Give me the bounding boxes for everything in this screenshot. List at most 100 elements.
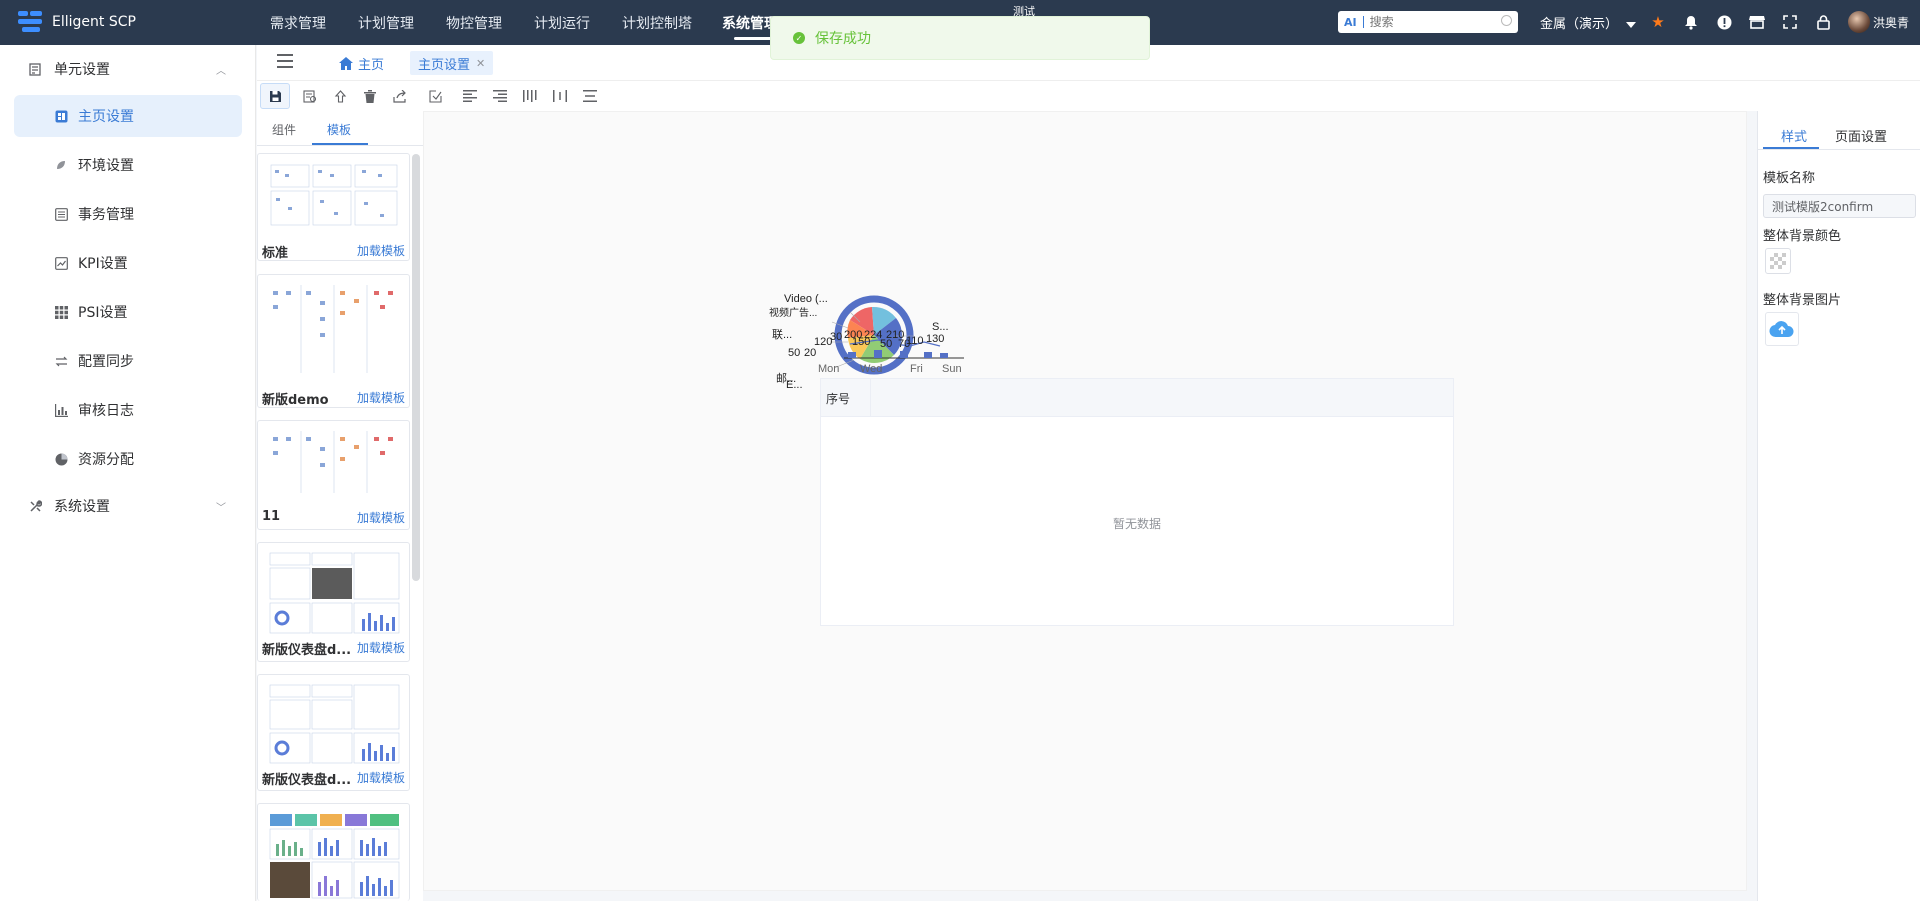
search-icon[interactable] — [1501, 15, 1512, 26]
properties-panel: 样式 页面设置 模板名称 测试模版2confirm 整体背景颜色 整体背景图片 — [1757, 111, 1920, 901]
tools-icon — [28, 499, 42, 513]
fullscreen-icon[interactable] — [1780, 12, 1800, 32]
unit-icon — [28, 62, 42, 76]
template-thumbnail — [268, 551, 401, 635]
sync-arrows-icon — [54, 354, 68, 368]
tab-active-indicator — [312, 143, 368, 145]
nav-item-plan-run[interactable]: 计划运行 — [534, 13, 590, 33]
org-selector[interactable]: 金属（演示） — [1540, 13, 1637, 32]
table-header: 序号 — [821, 379, 1453, 417]
load-template-link[interactable]: 加载模板 — [357, 769, 405, 786]
delete-icon[interactable] — [355, 83, 385, 109]
template-card[interactable] — [257, 803, 410, 901]
nav-item-demand[interactable]: 需求管理 — [270, 13, 326, 33]
tab-home-settings[interactable]: 主页设置 ✕ — [410, 51, 494, 75]
chart-widget-overlap[interactable]: Video (... 视频广告... 联... 120 30 200 224 2… — [764, 270, 964, 391]
tab-divider — [257, 145, 423, 146]
load-template-link[interactable]: 加载模板 — [357, 509, 405, 526]
sidebar-group-unit-settings[interactable]: 单元设置 ︿ — [28, 59, 226, 79]
avatar[interactable] — [1848, 11, 1870, 33]
tab-home[interactable]: 主页 — [331, 51, 392, 75]
chevron-up-icon[interactable]: ︿ — [216, 62, 226, 77]
save-icon[interactable] — [260, 83, 290, 109]
transaction-list-icon — [54, 207, 68, 221]
alert-info-icon[interactable] — [1714, 12, 1734, 32]
load-template-link[interactable]: 加载模板 — [357, 242, 405, 259]
lock-icon[interactable] — [1813, 12, 1833, 32]
publish-icon[interactable] — [325, 83, 355, 109]
distribute-horizontal-icon[interactable] — [515, 83, 545, 109]
column-header-index[interactable]: 序号 — [821, 379, 871, 417]
chevron-down-icon[interactable]: ﹀ — [216, 499, 226, 514]
align-left-icon[interactable] — [455, 83, 485, 109]
store-icon[interactable] — [1747, 12, 1767, 32]
chart-label: 20 — [804, 347, 816, 359]
sidebar-item-home-settings[interactable]: 主页设置 — [14, 95, 242, 137]
close-icon[interactable]: ✕ — [476, 57, 485, 70]
sidebar-item-environment[interactable]: 环境设置 — [14, 144, 242, 186]
chart-label: Fri — [910, 363, 923, 375]
tab-templates[interactable]: 模板 — [327, 121, 351, 138]
transparent-swatch-icon — [1770, 253, 1786, 269]
bar-mark — [924, 352, 932, 358]
align-right-icon[interactable] — [485, 83, 515, 109]
nav-active-indicator — [734, 37, 774, 40]
chart-label: Wed — [860, 363, 882, 375]
template-card[interactable]: 标准 加载模板 — [257, 153, 410, 261]
sidebar-item-resource-allocation[interactable]: 资源分配 — [14, 438, 242, 480]
chart-label: Sun — [942, 363, 962, 375]
caret-down-icon — [1626, 21, 1637, 28]
ai-search-label[interactable]: AI — [1344, 16, 1357, 29]
sidebar-item-label: 资源分配 — [78, 452, 134, 468]
nav-item-control-tower[interactable]: 计划控制塔 — [622, 13, 692, 33]
scrollbar[interactable] — [412, 154, 420, 581]
sidebar-item-label: 事务管理 — [78, 207, 134, 223]
data-table-widget[interactable]: 序号 暂无数据 — [820, 378, 1454, 626]
chart-label: 50 — [788, 347, 800, 359]
sidebar-item-audit-log[interactable]: 审核日志 — [14, 389, 242, 431]
share-icon[interactable] — [385, 83, 415, 109]
design-canvas[interactable]: Video (... 视频广告... 联... 120 30 200 224 2… — [423, 111, 1747, 891]
check-icon[interactable] — [420, 83, 450, 109]
template-name: 新版仪表盘d... — [262, 643, 352, 658]
sidebar-group-system-settings[interactable]: 系统设置 ﹀ — [28, 496, 226, 516]
sidebar-item-kpi[interactable]: KPI设置 — [14, 242, 242, 284]
template-card[interactable]: 11 加载模板 — [257, 420, 410, 530]
tab-page-settings[interactable]: 页面设置 — [1835, 126, 1887, 145]
load-template-link[interactable]: 加载模板 — [357, 389, 405, 406]
search-input[interactable] — [1369, 15, 1490, 29]
upload-button[interactable] — [1765, 312, 1799, 346]
nav-item-material[interactable]: 物控管理 — [446, 13, 502, 33]
template-card[interactable]: 新版demo 加载模板 — [257, 274, 410, 408]
favorite-star-icon[interactable]: ★ — [1648, 12, 1668, 32]
sidebar-item-psi[interactable]: PSI设置 — [14, 291, 242, 333]
template-name: 新版仪表盘d... — [262, 773, 352, 788]
empty-state-text: 暂无数据 — [1112, 517, 1161, 531]
sidebar-item-label: PSI设置 — [78, 305, 128, 321]
template-name-input[interactable]: 测试模版2confirm — [1763, 194, 1916, 218]
tab-components[interactable]: 组件 — [272, 121, 296, 138]
template-thumbnail — [268, 683, 401, 765]
kpi-chart-icon — [54, 256, 68, 270]
preview-icon[interactable] — [295, 83, 325, 109]
chart-label: 130 — [926, 333, 944, 345]
chart-label: Video (... — [784, 293, 828, 305]
user-name[interactable]: 洪奥青 — [1873, 14, 1909, 31]
bar-mark — [940, 353, 948, 358]
sidebar-item-transactions[interactable]: 事务管理 — [14, 193, 242, 235]
bar-mark — [848, 352, 856, 358]
tab-style[interactable]: 样式 — [1781, 126, 1807, 145]
color-picker[interactable] — [1765, 248, 1791, 274]
template-card[interactable]: 新版仪表盘d... 加载模板 — [257, 674, 410, 791]
app-logo[interactable]: Elligent SCP — [16, 9, 136, 35]
sidebar-item-config-sync[interactable]: 配置同步 — [14, 340, 242, 382]
notification-bell-icon[interactable] — [1681, 12, 1701, 32]
search-divider — [1362, 16, 1364, 28]
distribute-vertical-icon[interactable] — [575, 83, 605, 109]
nav-item-plan[interactable]: 计划管理 — [358, 13, 414, 33]
menu-toggle-icon[interactable] — [277, 54, 293, 68]
search-box[interactable]: AI — [1338, 11, 1518, 33]
load-template-link[interactable]: 加载模板 — [357, 639, 405, 656]
align-center-icon[interactable] — [545, 83, 575, 109]
template-card[interactable]: 新版仪表盘d... 加载模板 — [257, 542, 410, 662]
